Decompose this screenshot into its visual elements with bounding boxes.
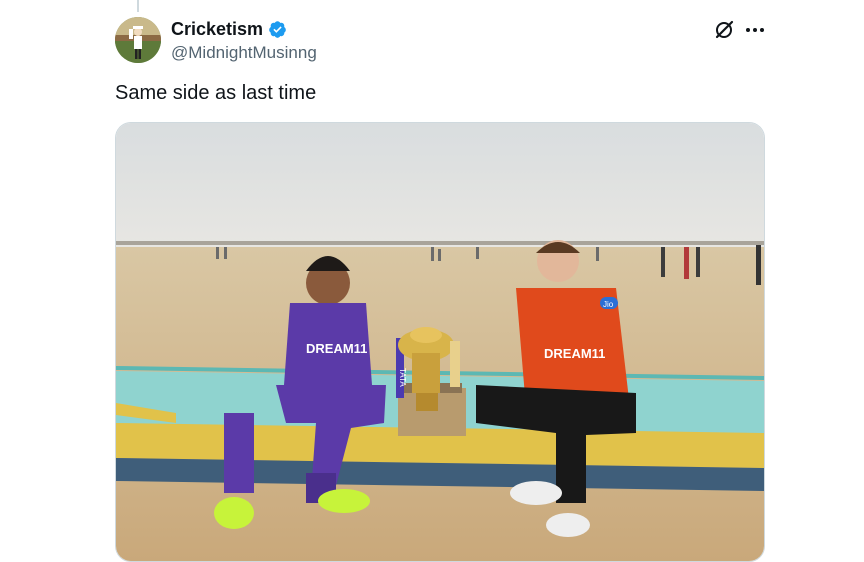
trophy: TATA	[396, 327, 466, 436]
beach-photo-illustration: TATA DREAM11 DREAM11 Jio	[116, 123, 764, 561]
more-options-button[interactable]	[743, 18, 767, 42]
grok-button[interactable]	[712, 18, 736, 42]
author-display-name[interactable]: Cricketism	[171, 19, 263, 40]
verified-badge-icon	[269, 21, 286, 38]
svg-text:Jio: Jio	[603, 300, 614, 309]
thread-connector-line	[137, 0, 139, 12]
svg-text:DREAM11: DREAM11	[544, 346, 605, 361]
more-icon	[746, 28, 764, 32]
author-name-row[interactable]: Cricketism	[171, 19, 287, 40]
svg-text:DREAM11: DREAM11	[306, 341, 367, 356]
tweet-text: Same side as last time	[115, 82, 317, 104]
sky	[116, 123, 764, 247]
author-handle[interactable]: @MidnightMusinng	[171, 43, 317, 63]
tweet-media-photo[interactable]: TATA DREAM11 DREAM11 Jio	[115, 122, 765, 562]
avatar-image	[115, 17, 161, 63]
avatar[interactable]	[115, 17, 161, 63]
grok-icon	[715, 20, 734, 39]
svg-text:TATA: TATA	[398, 368, 407, 387]
